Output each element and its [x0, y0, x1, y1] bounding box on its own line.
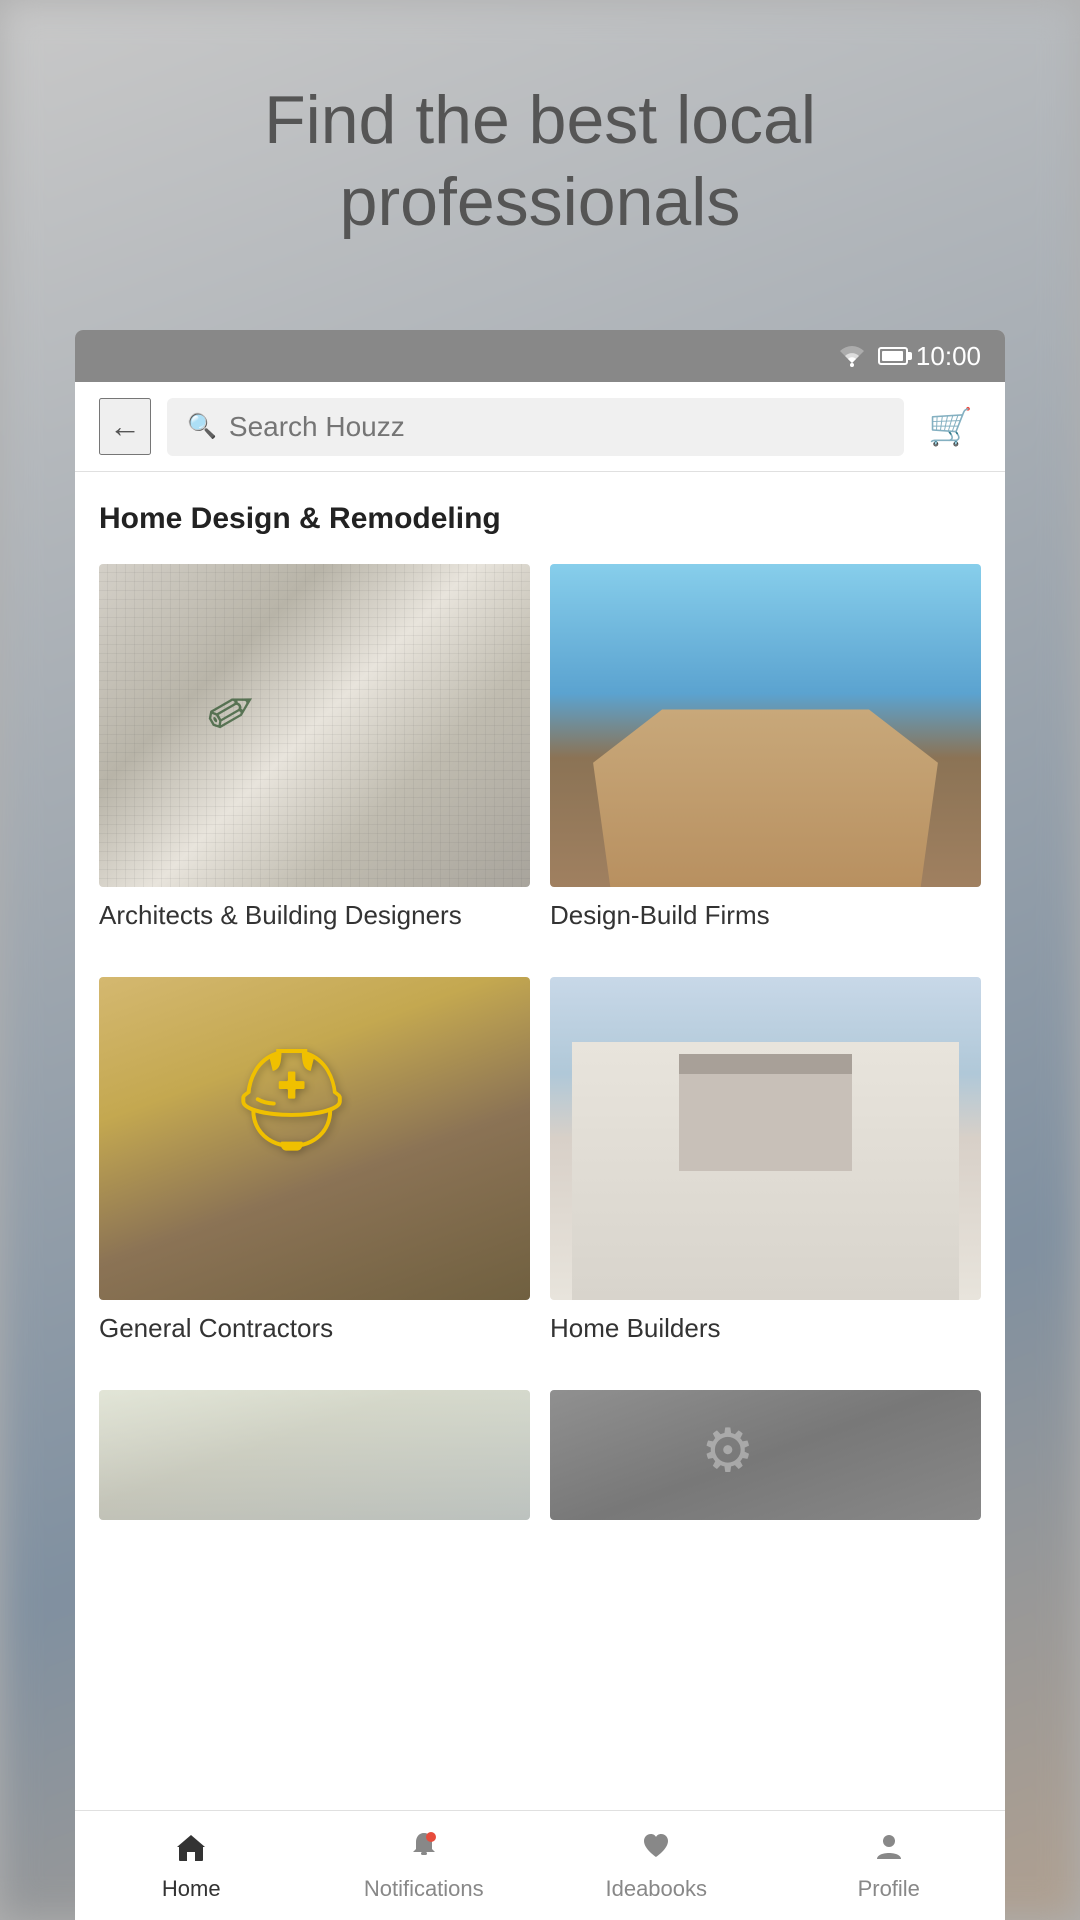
- cart-icon[interactable]: 🛒: [920, 398, 981, 456]
- category-contractors[interactable]: General Contractors: [99, 977, 530, 1370]
- hero-line2: professionals: [340, 164, 741, 240]
- category-partial2[interactable]: [550, 1390, 981, 1520]
- notifications-icon: [407, 1829, 441, 1872]
- nav-item-home[interactable]: Home: [75, 1821, 308, 1910]
- battery-container: 10:00: [878, 341, 981, 372]
- nav-item-profile[interactable]: Profile: [773, 1821, 1006, 1910]
- app-bar: ← 🔍 🛒: [75, 382, 1005, 472]
- category-img-homebuilders: [550, 977, 981, 1300]
- category-img-design-build: [550, 564, 981, 887]
- category-label-homebuilders: Home Builders: [550, 1312, 981, 1346]
- hero-section: Find the best local professionals: [0, 80, 1080, 243]
- category-grid-row3-partial: [99, 1390, 981, 1520]
- profile-icon: [872, 1829, 906, 1872]
- nav-label-notifications: Notifications: [364, 1876, 484, 1902]
- nav-label-ideabooks: Ideabooks: [605, 1876, 707, 1902]
- category-partial1[interactable]: [99, 1390, 530, 1520]
- search-icon: 🔍: [187, 412, 217, 441]
- nav-label-profile: Profile: [858, 1876, 920, 1902]
- nav-label-home: Home: [162, 1876, 221, 1902]
- category-homebuilders[interactable]: Home Builders: [550, 977, 981, 1370]
- category-label-architects: Architects & Building Designers: [99, 899, 530, 933]
- time-display: 10:00: [916, 341, 981, 372]
- phone-card: 10:00 ← 🔍 🛒 Home Design & Remodeling Arc…: [75, 330, 1005, 1920]
- category-label-contractors: General Contractors: [99, 1312, 530, 1346]
- category-img-partial1: [99, 1390, 530, 1520]
- home-icon: [174, 1829, 208, 1872]
- bottom-navigation: Home Notifications Ideabooks: [75, 1810, 1005, 1920]
- category-grid-row2: General Contractors Home Builders: [99, 977, 981, 1370]
- nav-item-notifications[interactable]: Notifications: [308, 1821, 541, 1910]
- section-title: Home Design & Remodeling: [99, 502, 981, 536]
- wifi-icon: [838, 345, 866, 367]
- nav-item-ideabooks[interactable]: Ideabooks: [540, 1821, 773, 1910]
- ideabooks-icon: [639, 1829, 673, 1872]
- content-area: Home Design & Remodeling Architects & Bu…: [75, 472, 1005, 1810]
- back-button[interactable]: ←: [99, 398, 151, 455]
- category-grid-row1: Architects & Building Designers Design-B…: [99, 564, 981, 957]
- category-img-architects: [99, 564, 530, 887]
- category-label-design-build: Design-Build Firms: [550, 899, 981, 933]
- category-img-partial2: [550, 1390, 981, 1520]
- search-bar-container[interactable]: 🔍: [167, 398, 904, 456]
- battery-icon: [878, 347, 908, 365]
- hero-line1: Find the best local: [264, 82, 816, 158]
- category-design-build[interactable]: Design-Build Firms: [550, 564, 981, 957]
- category-img-contractors: [99, 977, 530, 1300]
- status-bar: 10:00: [75, 330, 1005, 382]
- search-input[interactable]: [229, 411, 884, 443]
- category-architects[interactable]: Architects & Building Designers: [99, 564, 530, 957]
